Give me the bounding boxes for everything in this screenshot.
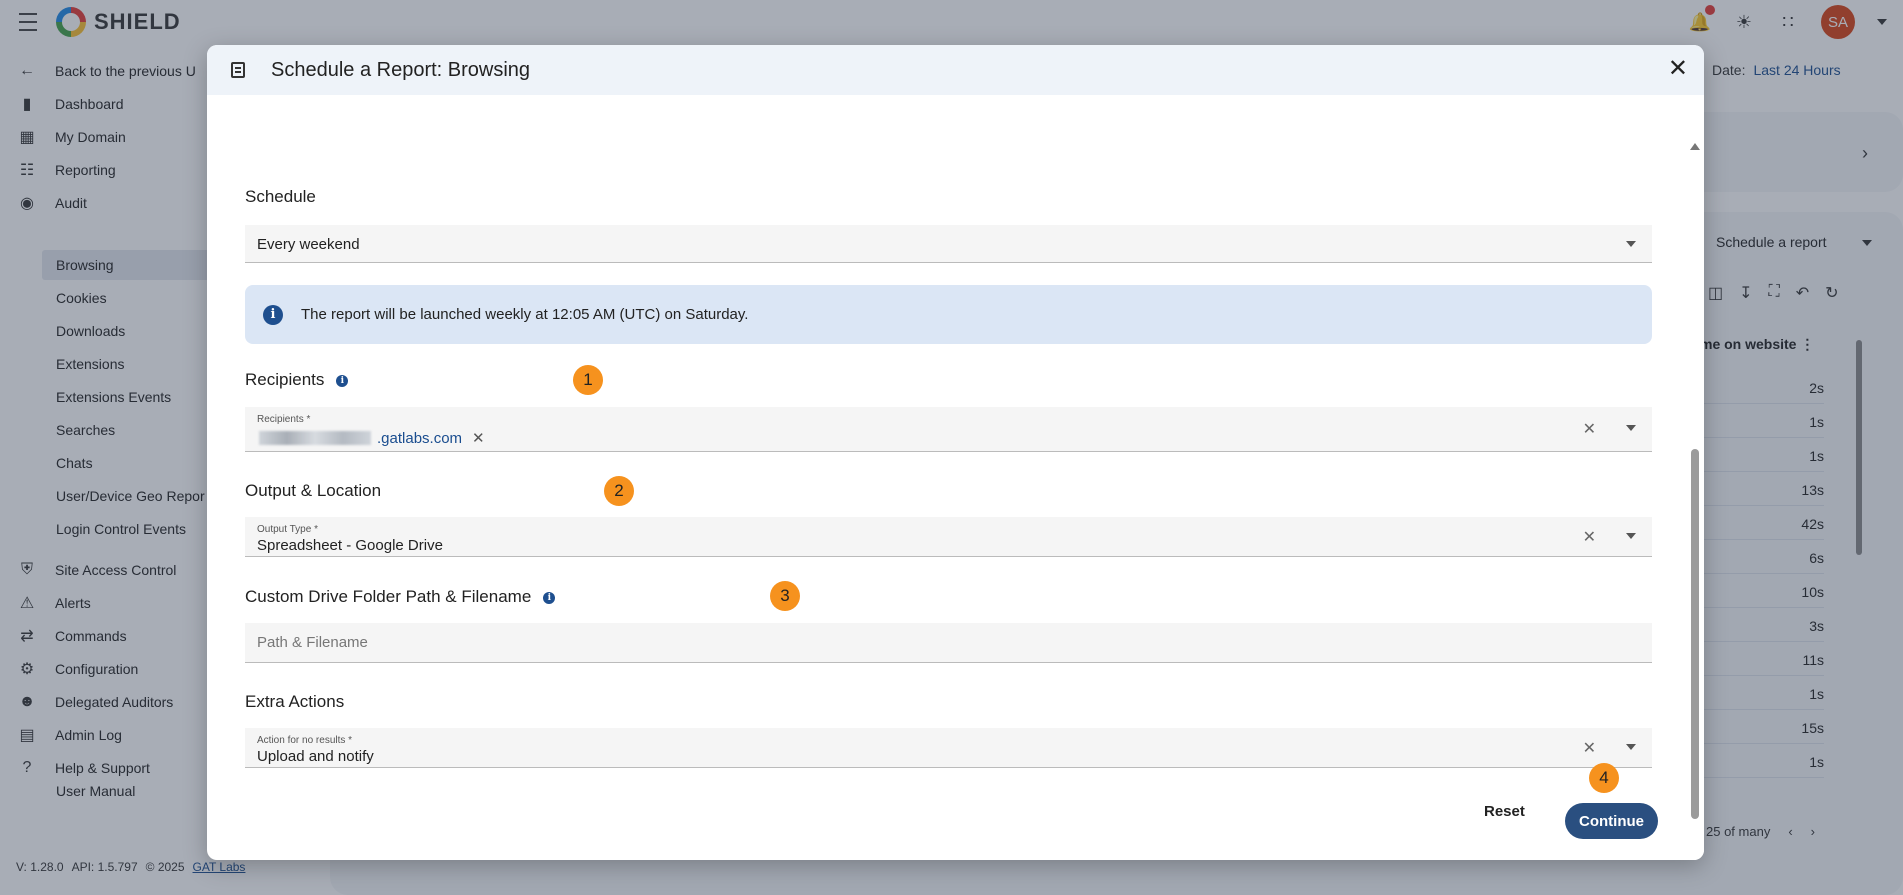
recipients-field[interactable]: Recipients * .gatlabs.com ✕ ✕	[245, 407, 1652, 452]
recipient-chip[interactable]: .gatlabs.com ✕	[259, 427, 485, 449]
recipients-info-icon[interactable]: i	[336, 374, 349, 387]
no-results-action-label: Action for no results *	[257, 735, 353, 746]
chevron-down-icon[interactable]	[1626, 744, 1636, 750]
remove-chip-icon[interactable]: ✕	[472, 429, 485, 447]
recipients-section-title: Recipients i	[245, 370, 349, 390]
recipients-field-label: Recipients *	[257, 414, 311, 425]
clear-icon[interactable]: ✕	[1583, 527, 1596, 547]
schedule-info-box: i The report will be launched weekly at …	[245, 285, 1652, 344]
custom-path-section-title: Custom Drive Folder Path & Filename i	[245, 587, 556, 607]
dialog-title: Schedule a Report: Browsing	[271, 58, 531, 81]
reset-button[interactable]: Reset	[1484, 803, 1525, 820]
step-badge-1: 1	[573, 365, 603, 395]
extra-actions-section-title: Extra Actions	[245, 692, 345, 711]
schedule-select-value: Every weekend	[257, 236, 360, 253]
scroll-thumb[interactable]	[1691, 449, 1699, 819]
custom-path-section-label: Custom Drive Folder Path & Filename	[245, 587, 532, 606]
continue-button[interactable]: Continue	[1565, 803, 1658, 839]
step-badge-3: 3	[770, 581, 800, 611]
path-filename-input[interactable]: Path & Filename	[245, 623, 1652, 663]
dialog-header: Schedule a Report: Browsing ✕	[207, 45, 1704, 95]
custom-path-info-icon[interactable]: i	[543, 591, 556, 604]
step-badge-2: 2	[604, 476, 634, 506]
info-icon: i	[263, 304, 283, 325]
chevron-down-icon[interactable]	[1626, 533, 1636, 539]
output-section-title: Output & Location	[245, 481, 382, 500]
schedule-section-title: Schedule	[245, 187, 316, 206]
path-filename-placeholder: Path & Filename	[257, 634, 368, 651]
schedule-info-text: The report will be launched weekly at 12…	[301, 306, 749, 323]
no-results-action-select[interactable]: Action for no results * Upload and notif…	[245, 728, 1652, 768]
redacted-email	[259, 431, 371, 445]
no-results-action-value: Upload and notify	[257, 748, 374, 765]
step-badge-4: 4	[1589, 763, 1619, 793]
schedule-report-dialog: Schedule a Report: Browsing ✕ Schedule E…	[207, 45, 1704, 860]
recipients-section-label: Recipients	[245, 370, 325, 389]
schedule-select[interactable]: Every weekend	[245, 225, 1652, 263]
dialog-body: Schedule Every weekend i The report will…	[207, 95, 1687, 860]
recipient-chip-domain: .gatlabs.com	[377, 429, 463, 447]
clear-icon[interactable]: ✕	[1583, 738, 1596, 758]
output-type-select[interactable]: Output Type * Spreadsheet - Google Drive…	[245, 517, 1652, 557]
chevron-down-icon[interactable]	[1626, 241, 1636, 247]
output-type-value: Spreadsheet - Google Drive	[257, 537, 443, 554]
scroll-up-icon[interactable]	[1690, 143, 1700, 150]
dialog-scrollbar[interactable]	[1687, 95, 1704, 860]
clear-icon[interactable]: ✕	[1583, 419, 1596, 439]
close-icon[interactable]: ✕	[1668, 57, 1688, 81]
document-icon	[231, 62, 245, 78]
chevron-down-icon[interactable]	[1626, 425, 1636, 431]
output-type-label: Output Type *	[257, 524, 318, 535]
